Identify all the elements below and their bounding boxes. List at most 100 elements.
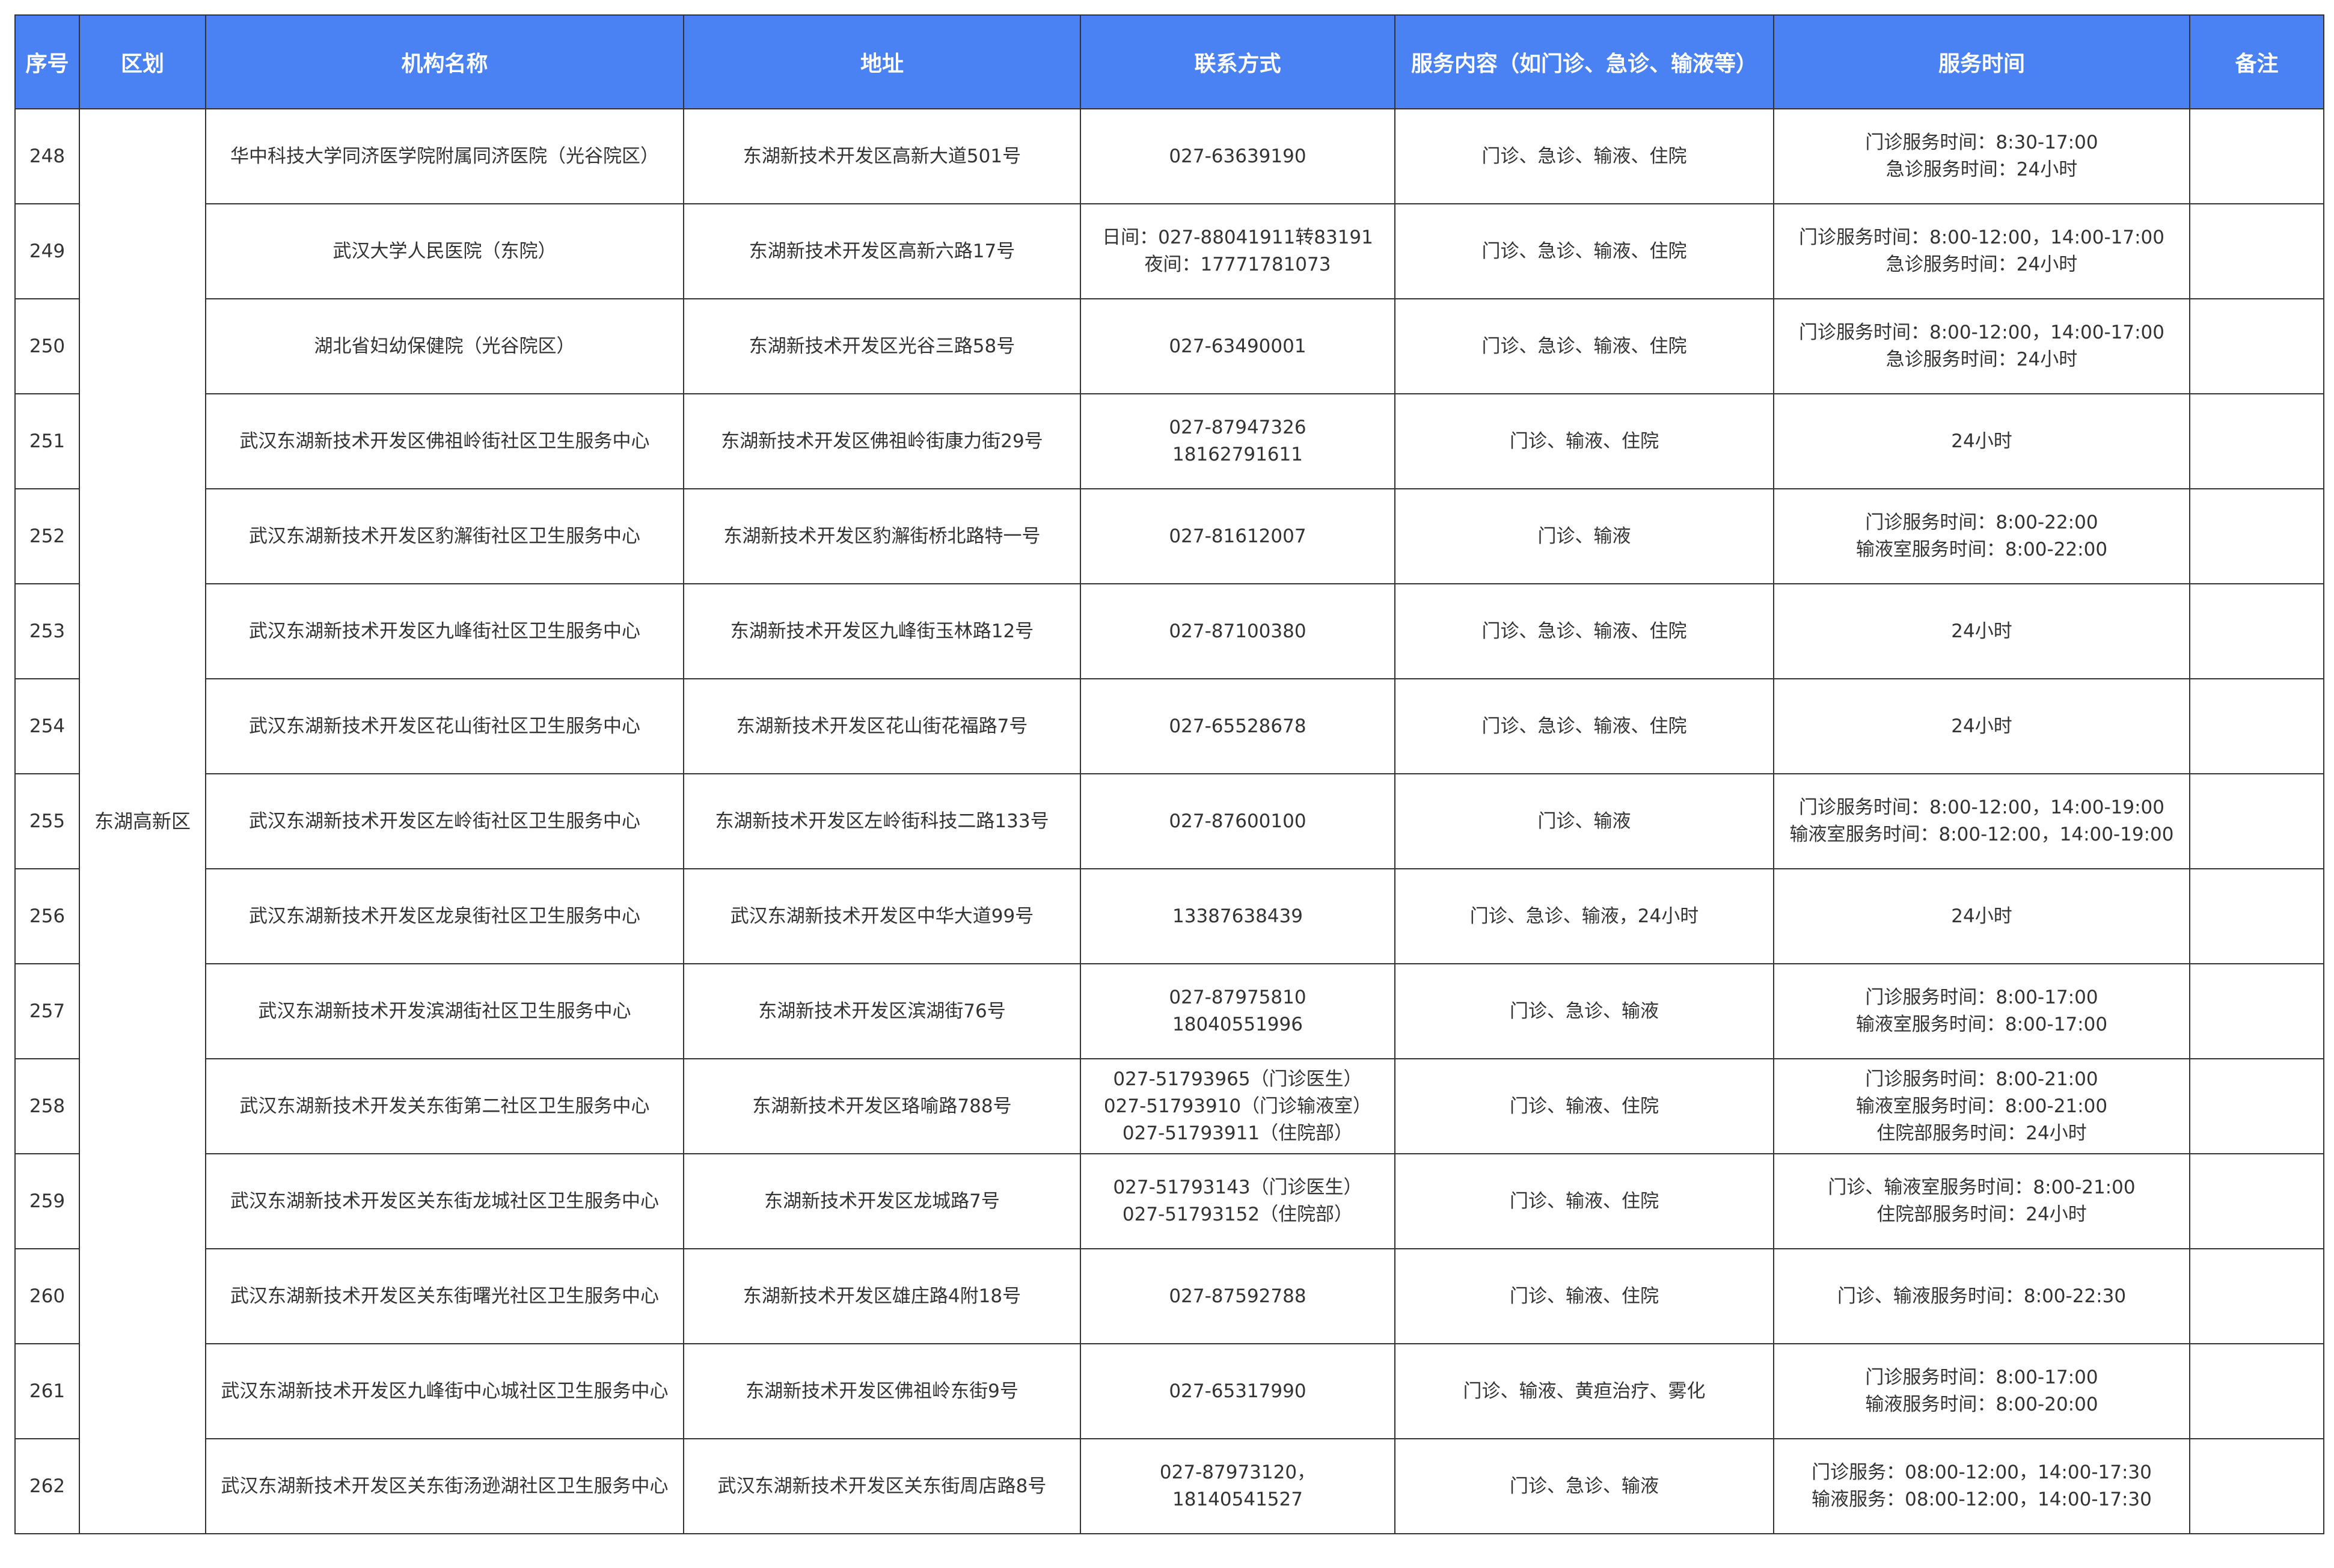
cell-address: 东湖新技术开发区珞喻路788号 <box>683 1058 1081 1154</box>
cell-no: 248 <box>14 108 80 204</box>
contact-line: 027-87100380 <box>1169 620 1306 642</box>
table-row: 261 武汉东湖新技术开发区九峰街中心城社区卫生服务中心 东湖新技术开发区佛祖岭东街… <box>14 1343 2324 1439</box>
contact-line: 027-51793965（门诊医生） <box>1113 1068 1362 1090</box>
header-row: 序号 区划 机构名称 地址 联系方式 服务内容（如门诊、急诊、输液等） 服务时间… <box>14 14 2324 109</box>
cell-time: 门诊服务：08:00-12:00，14:00-17:30 输液服务：08:00-1… <box>1773 1438 2190 1534</box>
cell-contact: 027-87947326 18162791611 <box>1080 393 1395 489</box>
table-row: 256 武汉东湖新技术开发区龙泉街社区卫生服务中心 武汉东湖新技术开发区中华大道99… <box>14 868 2324 964</box>
table-row: 259 武汉东湖新技术开发区关东街龙城社区卫生服务中心 东湖新技术开发区龙城路7号 0… <box>14 1153 2324 1249</box>
cell-service: 门诊、输液、住院 <box>1394 1248 1774 1344</box>
cell-contact: 027-65528678 <box>1080 678 1395 774</box>
cell-contact: 027-81612007 <box>1080 488 1395 584</box>
table-row: 260 武汉东湖新技术开发区关东街曙光社区卫生服务中心 东湖新技术开发区雄庄路4附1… <box>14 1248 2324 1344</box>
cell-note <box>2189 1438 2324 1534</box>
table-body: 248 东湖高新区 华中科技大学同济医学院附属同济医院（光谷院区） 东湖新技术开发区高… <box>14 108 2324 1534</box>
time-line: 门诊服务：08:00-12:00，14:00-17:30 <box>1812 1462 2152 1483</box>
cell-contact: 027-87975810 18040551996 <box>1080 963 1395 1059</box>
cell-time: 门诊服务时间：8:00-12:00，14:00-17:00 急诊服务时间：24小时 <box>1773 203 2190 299</box>
cell-time: 24小时 <box>1773 583 2190 679</box>
cell-note <box>2189 488 2324 584</box>
cell-name: 武汉东湖新技术开发区九峰街社区卫生服务中心 <box>205 583 684 679</box>
contact-line: 027-51793152（住院部） <box>1122 1204 1353 1225</box>
cell-contact: 027-87100380 <box>1080 583 1395 679</box>
cell-contact: 日间：027-88041911转83191 夜间：17771781073 <box>1080 203 1395 299</box>
cell-name: 武汉东湖新技术开发区关东街曙光社区卫生服务中心 <box>205 1248 684 1344</box>
cell-contact: 027-87973120， 18140541527 <box>1080 1438 1395 1534</box>
cell-service: 门诊、急诊、输液 <box>1394 963 1774 1059</box>
cell-contact: 13387638439 <box>1080 868 1395 964</box>
cell-address: 东湖新技术开发区高新大道501号 <box>683 108 1081 204</box>
cell-time: 门诊服务时间：8:00-21:00 输液室服务时间：8:00-21:00 住院部服务… <box>1773 1058 2190 1154</box>
cell-service: 门诊、急诊、输液、住院 <box>1394 678 1774 774</box>
contact-line: 027-65317990 <box>1169 1380 1306 1402</box>
contact-line: 027-87947326 <box>1169 417 1306 438</box>
time-line: 门诊、输液服务时间：8:00-22:30 <box>1837 1285 2127 1307</box>
time-line: 住院部服务时间：24小时 <box>1876 1204 2087 1225</box>
table-row: 250 湖北省妇幼保健院（光谷院区） 东湖新技术开发区光谷三路58号 027-6349… <box>14 298 2324 394</box>
cell-address: 武汉东湖新技术开发区关东街周店路8号 <box>683 1438 1081 1534</box>
cell-address: 东湖新技术开发区高新六路17号 <box>683 203 1081 299</box>
time-line: 门诊服务时间：8:00-12:00，14:00-19:00 <box>1799 797 2164 818</box>
table-row: 253 武汉东湖新技术开发区九峰街社区卫生服务中心 东湖新技术开发区九峰街玉林路12… <box>14 583 2324 679</box>
cell-service: 门诊、输液 <box>1394 773 1774 869</box>
table-row: 255 武汉东湖新技术开发区左岭街社区卫生服务中心 东湖新技术开发区左岭街科技二路1… <box>14 773 2324 869</box>
cell-name: 武汉东湖新技术开发区龙泉街社区卫生服务中心 <box>205 868 684 964</box>
cell-service: 门诊、急诊、输液、住院 <box>1394 583 1774 679</box>
time-line: 门诊服务时间：8:00-12:00，14:00-17:00 <box>1799 322 2164 343</box>
cell-service: 门诊、急诊、输液、住院 <box>1394 203 1774 299</box>
cell-service: 门诊、急诊、输液，24小时 <box>1394 868 1774 964</box>
cell-contact: 027-51793965（门诊医生） 027-51793910（门诊输液室） 027… <box>1080 1058 1395 1154</box>
cell-service: 门诊、输液、住院 <box>1394 1058 1774 1154</box>
cell-service: 门诊、输液、黄疸治疗、雾化 <box>1394 1343 1774 1439</box>
time-line: 门诊服务时间：8:00-17:00 <box>1865 1367 2098 1388</box>
cell-service: 门诊、输液 <box>1394 488 1774 584</box>
time-line: 门诊服务时间：8:00-12:00，14:00-17:00 <box>1799 227 2164 248</box>
table-row: 248 东湖高新区 华中科技大学同济医学院附属同济医院（光谷院区） 东湖新技术开发区高… <box>14 108 2324 1534</box>
service-table-sheet: 序号 区划 机构名称 地址 联系方式 服务内容（如门诊、急诊、输液等） 服务时间… <box>14 14 2324 1554</box>
cell-note <box>2189 203 2324 299</box>
table-row: 254 武汉东湖新技术开发区花山街社区卫生服务中心 东湖新技术开发区花山街花福路7号… <box>14 678 2324 774</box>
contact-line: 18040551996 <box>1172 1014 1303 1035</box>
cell-contact: 027-87592788 <box>1080 1248 1395 1344</box>
cell-time: 门诊、输液室服务时间：8:00-21:00 住院部服务时间：24小时 <box>1773 1153 2190 1249</box>
cell-service: 门诊、急诊、输液、住院 <box>1394 298 1774 394</box>
time-line: 输液服务：08:00-12:00，14:00-17:30 <box>1812 1489 2152 1510</box>
cell-address: 东湖新技术开发区光谷三路58号 <box>683 298 1081 394</box>
time-line: 输液室服务时间：8:00-17:00 <box>1855 1014 2108 1035</box>
contact-line: 18140541527 <box>1172 1489 1303 1510</box>
table-header: 序号 区划 机构名称 地址 联系方式 服务内容（如门诊、急诊、输液等） 服务时间… <box>14 14 2324 109</box>
cell-no: 254 <box>14 678 80 774</box>
table-row: 249 武汉大学人民医院（东院） 东湖新技术开发区高新六路17号 日间：027-880… <box>14 203 2324 299</box>
cell-no: 262 <box>14 1438 80 1534</box>
contact-line: 13387638439 <box>1172 905 1303 927</box>
cell-note <box>2189 1058 2324 1154</box>
cell-contact: 027-63490001 <box>1080 298 1395 394</box>
contact-line: 027-51793910（门诊输液室） <box>1103 1095 1372 1117</box>
cell-note <box>2189 298 2324 394</box>
contact-line: 027-81612007 <box>1169 525 1306 547</box>
table-row: 257 武汉东湖新技术开发滨湖街社区卫生服务中心 东湖新技术开发区滨湖街76号 027… <box>14 963 2324 1059</box>
cell-note <box>2189 773 2324 869</box>
cell-no: 250 <box>14 298 80 394</box>
cell-address: 东湖新技术开发区龙城路7号 <box>683 1153 1081 1249</box>
table-row: 251 武汉东湖新技术开发区佛祖岭街社区卫生服务中心 东湖新技术开发区佛祖岭街康力街… <box>14 393 2324 489</box>
cell-no: 252 <box>14 488 80 584</box>
header-time: 服务时间 <box>1773 14 2190 109</box>
table-row: 258 武汉东湖新技术开发关东街第二社区卫生服务中心 东湖新技术开发区珞喻路788号… <box>14 1058 2324 1154</box>
time-line: 急诊服务时间：24小时 <box>1885 254 2078 275</box>
cell-no: 259 <box>14 1153 80 1249</box>
time-line: 住院部服务时间：24小时 <box>1876 1122 2087 1144</box>
time-line: 24小时 <box>1951 620 2012 642</box>
header-contact: 联系方式 <box>1080 14 1395 109</box>
cell-note <box>2189 393 2324 489</box>
cell-no: 249 <box>14 203 80 299</box>
time-line: 输液服务时间：8:00-20:00 <box>1865 1394 2098 1415</box>
contact-line: 027-87592788 <box>1169 1285 1306 1307</box>
time-line: 门诊服务时间：8:00-21:00 <box>1865 1068 2098 1090</box>
cell-name: 武汉东湖新技术开发区关东街龙城社区卫生服务中心 <box>205 1153 684 1249</box>
cell-time: 门诊服务时间：8:00-22:00 输液室服务时间：8:00-22:00 <box>1773 488 2190 584</box>
cell-time: 门诊、输液服务时间：8:00-22:30 <box>1773 1248 2190 1344</box>
contact-line: 18162791611 <box>1172 444 1303 465</box>
cell-note <box>2189 868 2324 964</box>
cell-time: 门诊服务时间：8:00-17:00 输液服务时间：8:00-20:00 <box>1773 1343 2190 1439</box>
